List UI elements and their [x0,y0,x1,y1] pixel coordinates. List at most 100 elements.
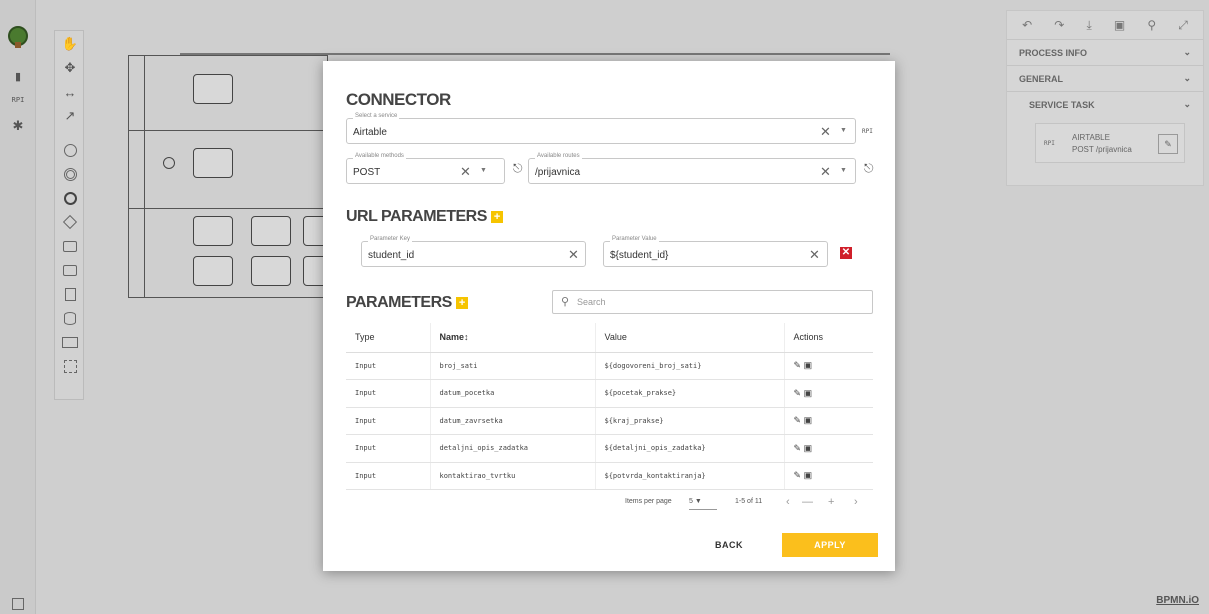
delete-icon[interactable]: ▣ [804,388,813,398]
edit-icon[interactable]: ✎ [1158,134,1178,154]
edit-icon[interactable]: ✎ [794,415,802,425]
section-general[interactable]: GENERAL ⌄ [1007,65,1203,91]
table-row: Input kontaktirao_tvrtku ${potvrda_konta… [346,462,873,490]
edit-icon[interactable]: ✎ [794,470,802,480]
person-icon[interactable]: ✱ [0,118,36,134]
bpmn-task[interactable] [193,256,233,286]
data-store-icon[interactable] [55,307,85,329]
cell-value: ${kraj_prakse} [594,407,784,435]
panel-toggle-icon[interactable] [12,598,24,610]
service-card[interactable]: RPI AIRTABLE POST /prijavnica ✎ [1035,123,1185,163]
section-label: PROCESS INFO [1019,47,1088,58]
dialog-title: CONNECTOR [346,90,451,109]
method-select[interactable]: Available methods POST ✕ ▼ [346,153,505,184]
apply-button[interactable]: APPLY [782,533,878,557]
delete-url-param-icon[interactable]: ✕ [840,247,852,259]
next-page-icon[interactable]: › [854,496,858,508]
app-sidebar: ▮ RPI ✱ [0,0,36,614]
route-select[interactable]: Available routes /prijavnica ✕ ▼ [528,153,856,184]
undo-icon[interactable]: ↶ [1022,18,1032,32]
plug-icon[interactable]: ⎋ [864,161,874,176]
column-header-name[interactable]: Name↕ [429,323,595,353]
bpmn-task[interactable] [251,216,291,246]
bpmn-task[interactable] [193,216,233,246]
lasso-tool-icon[interactable]: ✥ [55,57,85,79]
section-service-task[interactable]: SERVICE TASK ⌄ [1007,91,1203,117]
bpmn-task[interactable] [193,148,233,178]
items-per-page-select[interactable]: 5 ▼ [689,498,717,510]
caret-down-icon[interactable]: ▼ [840,127,847,134]
bpmn-task[interactable] [251,256,291,286]
field-value: ${student_id} [610,250,669,261]
bpmn-io-watermark[interactable]: BPMN.iO [1156,595,1199,606]
prev-page-icon[interactable]: ‹ [786,496,790,508]
bpmn-pool[interactable] [128,55,329,298]
redo-icon[interactable]: ↷ [1054,18,1064,32]
caret-down-icon[interactable]: ▼ [480,167,487,174]
clear-icon[interactable]: ✕ [820,164,831,180]
edit-icon[interactable]: ✎ [794,360,802,370]
cell-type: Input [346,434,430,463]
param-key-field[interactable]: Parameter Key student_id ✕ [361,236,586,267]
cell-name: kontaktirao_tvrtku [429,462,595,490]
bpmn-task[interactable] [193,74,233,104]
section-label: GENERAL [1019,73,1064,84]
hand-tool-icon[interactable]: ✋ [55,33,85,55]
intermediate-event-icon[interactable] [55,163,85,185]
plug-icon[interactable]: ⎋ [513,161,523,176]
plus-icon[interactable]: + [828,496,834,508]
section-process-info[interactable]: PROCESS INFO ⌄ [1007,39,1203,65]
cell-name: detaljni_opis_zadatka [429,434,595,463]
pool-icon[interactable] [55,331,85,353]
add-url-param-icon[interactable]: + [490,210,503,223]
cell-actions: ✎ ▣ [783,434,873,463]
column-header-value[interactable]: Value [594,323,784,353]
bpmn-start-event[interactable] [163,157,175,169]
search-input[interactable]: ⚲ Search [552,290,873,314]
clear-icon[interactable]: ✕ [809,247,820,263]
caret-down-icon[interactable]: ▼ [840,167,847,174]
search-icon[interactable]: ⚲ [1147,18,1156,32]
cell-type: Input [346,352,430,380]
file-icon[interactable]: ▮ [0,70,36,83]
cell-value: ${potvrda_kontaktiranja} [594,462,784,490]
download-icon[interactable]: ⤓ [1086,18,1091,33]
chevron-down-icon: ⌄ [1183,47,1191,57]
subprocess-icon[interactable] [55,259,85,281]
delete-icon[interactable]: ▣ [804,360,813,370]
minus-icon[interactable]: — [802,496,813,508]
clear-icon[interactable]: ✕ [460,164,471,180]
space-tool-icon[interactable]: ↔ [55,81,85,103]
clear-icon[interactable]: ✕ [820,124,831,140]
data-object-icon[interactable] [55,283,85,305]
table-row: Input datum_zavrsetka ${kraj_prakse} ✎ ▣ [346,407,873,435]
connect-tool-icon[interactable]: ↗ [55,105,85,127]
edit-icon[interactable]: ✎ [794,388,802,398]
add-param-icon[interactable]: + [455,296,468,309]
end-event-icon[interactable] [55,187,85,209]
rpi-icon[interactable]: RPI [0,96,36,104]
caret-down-icon: ▼ [694,498,702,505]
edit-icon[interactable]: ✎ [794,443,802,453]
app-logo [8,26,28,48]
param-value-field[interactable]: Parameter Value ${student_id} ✕ [603,236,828,267]
gateway-icon[interactable] [55,211,85,233]
rpi-label: RPI [862,128,873,135]
fullscreen-icon[interactable]: ⤢ [1178,18,1188,33]
column-header-type[interactable]: Type [346,323,430,353]
task-icon[interactable] [55,235,85,257]
group-icon[interactable] [55,355,85,377]
table-row: Input detaljni_opis_zadatka ${detaljni_o… [346,434,873,463]
url-params-label: URL PARAMETERS [346,208,487,225]
clear-icon[interactable]: ✕ [568,247,579,263]
delete-icon[interactable]: ▣ [804,443,813,453]
save-icon[interactable]: ▣ [1114,18,1125,32]
start-event-icon[interactable] [55,139,85,161]
cell-type: Input [346,407,430,435]
search-icon: ⚲ [561,296,570,308]
service-select[interactable]: Select a service Airtable ✕ ▼ [346,113,856,144]
field-legend: Available methods [353,153,406,159]
delete-icon[interactable]: ▣ [804,470,813,480]
delete-icon[interactable]: ▣ [804,415,813,425]
back-button[interactable]: BACK [701,533,757,557]
